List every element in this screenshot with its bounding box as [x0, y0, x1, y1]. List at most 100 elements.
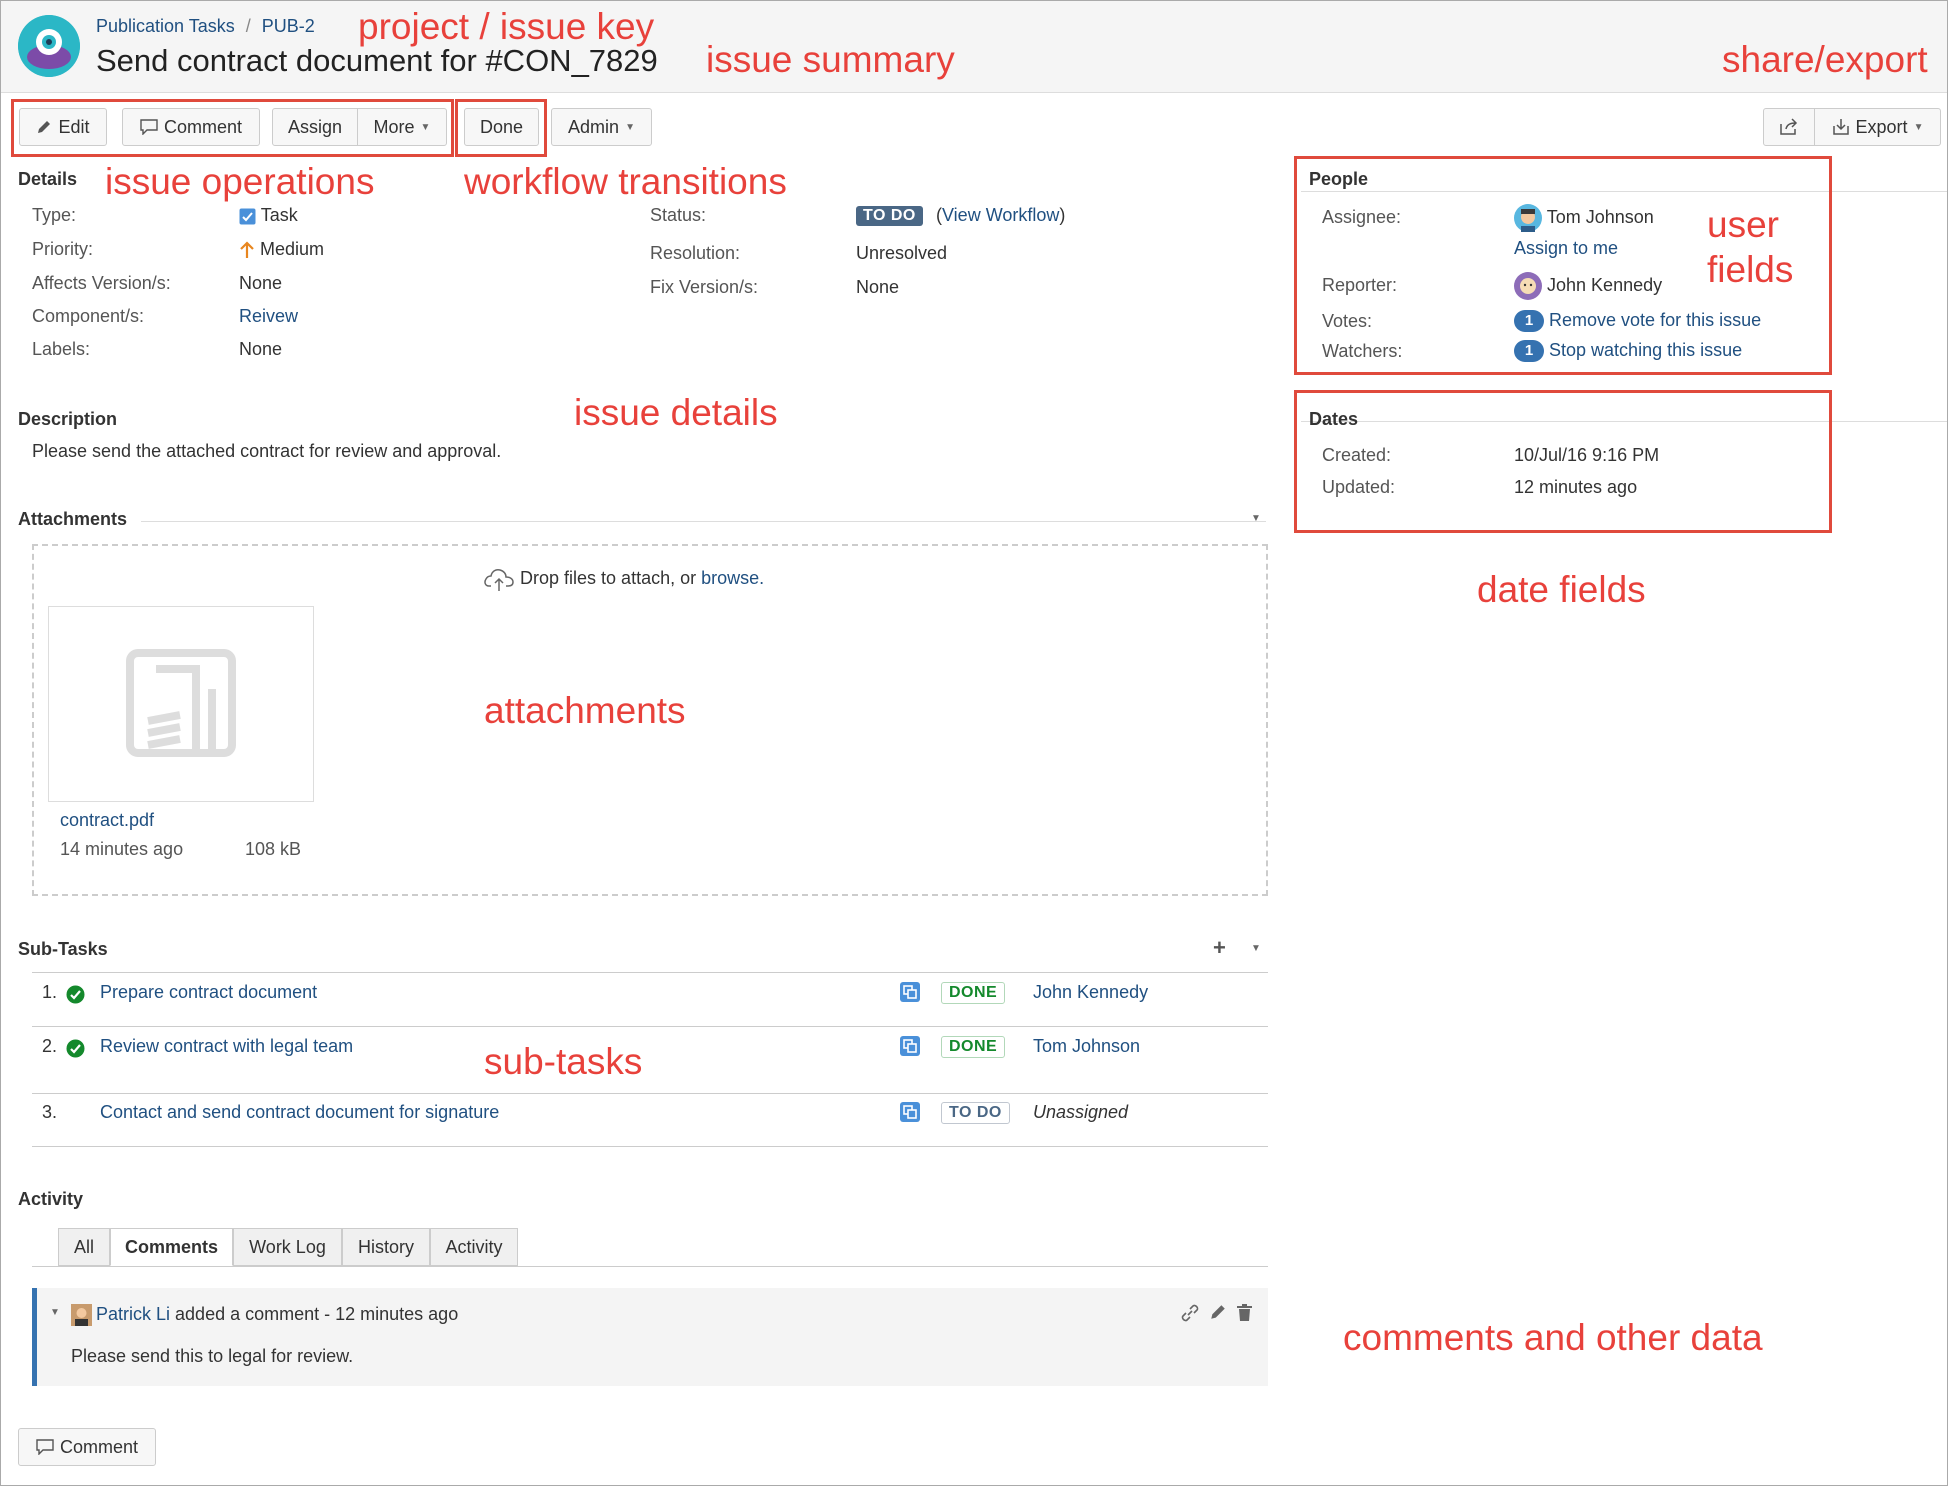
attachments-options-icon[interactable]: ▼ — [1251, 513, 1261, 524]
type-label: Type: — [32, 205, 77, 225]
user-avatar-icon — [71, 1304, 92, 1326]
export-button[interactable]: Export ▼ — [1814, 108, 1941, 146]
view-workflow-link[interactable]: View Workflow — [942, 205, 1059, 225]
tab-all[interactable]: All — [58, 1228, 110, 1266]
arrow-up-icon — [240, 241, 254, 259]
annotation-issue-details: issue details — [574, 392, 778, 433]
breadcrumb-separator: / — [245, 16, 251, 36]
add-comment-button[interactable]: Comment — [18, 1428, 156, 1466]
subtask-status-badge: DONE — [941, 1036, 1006, 1058]
trash-icon[interactable] — [1236, 1303, 1253, 1322]
check-circle-icon — [66, 985, 85, 1004]
subtasks-top-border — [32, 972, 1268, 973]
subtask-assignee-link[interactable]: Tom Johnson — [1033, 1036, 1140, 1057]
download-icon — [1832, 119, 1849, 135]
subtask-title-link[interactable]: Prepare contract document — [100, 982, 317, 1003]
issue-view-page: Publication Tasks / PUB-2 Send contract … — [0, 0, 1948, 1486]
subtask-divider — [32, 1026, 1268, 1027]
description-text[interactable]: Please send the attached contract for re… — [32, 441, 501, 462]
attachment-file-link[interactable]: contract.pdf — [60, 810, 154, 831]
activity-heading: Activity — [18, 1189, 84, 1209]
subtasks-options-icon[interactable]: ▼ — [1251, 943, 1261, 954]
comment-meta: added a comment - 12 minutes ago — [170, 1304, 459, 1324]
browse-link[interactable]: browse. — [701, 568, 764, 588]
permalink-icon[interactable] — [1180, 1303, 1200, 1323]
priority-value[interactable]: Medium — [239, 239, 324, 260]
task-checkbox-icon — [239, 208, 256, 225]
annotation-sub-tasks: sub-tasks — [484, 1041, 643, 1082]
subtask-type-icon — [900, 1036, 920, 1056]
subtask-title-link[interactable]: Review contract with legal team — [100, 1036, 353, 1057]
tab-work-log[interactable]: Work Log — [233, 1228, 342, 1266]
admin-button[interactable]: Admin ▼ — [551, 108, 652, 146]
project-avatar-icon[interactable] — [18, 15, 80, 77]
add-subtask-icon[interactable]: + — [1213, 935, 1226, 961]
annotation-workflow-transitions: workflow transitions — [464, 161, 787, 202]
tab-comments[interactable]: Comments — [110, 1228, 233, 1266]
issue-summary[interactable]: Send contract document for #CON_7829 — [96, 43, 658, 79]
subtask-assignee-link[interactable]: John Kennedy — [1033, 982, 1148, 1003]
subtask-number: 2. — [42, 1036, 58, 1056]
attachment-file-size: 108 kB — [245, 839, 302, 859]
chevron-down-icon: ▼ — [1913, 121, 1924, 133]
tab-activity[interactable]: Activity — [430, 1228, 518, 1266]
breadcrumb-project-link[interactable]: Publication Tasks — [96, 16, 235, 36]
fix-version-label: Fix Version/s: — [650, 277, 759, 297]
annotation-attachments: attachments — [484, 690, 686, 731]
attachments-divider — [141, 521, 1266, 522]
subtasks-heading: Sub-Tasks — [18, 939, 108, 959]
breadcrumb: Publication Tasks / PUB-2 — [96, 16, 315, 37]
subtask-assignee: Unassigned — [1033, 1102, 1129, 1122]
add-comment-button-label: Comment — [59, 1436, 139, 1457]
view-workflow: (View Workflow) — [936, 205, 1065, 226]
details-heading: Details — [18, 169, 78, 189]
annotation-issue-operations: issue operations — [105, 161, 375, 202]
tab-history[interactable]: History — [342, 1228, 430, 1266]
date-fields-highlight — [1294, 390, 1832, 533]
issue-header: Publication Tasks / PUB-2 Send contract … — [1, 1, 1947, 93]
chevron-down-icon: ▼ — [625, 121, 635, 133]
annotation-date-fields: date fields — [1477, 569, 1646, 610]
component-link[interactable]: Reivew — [239, 306, 298, 327]
drop-files-text: Drop files to attach, or browse. — [483, 566, 764, 592]
collapse-comment-icon[interactable]: ▼ — [50, 1307, 60, 1318]
edit-comment-icon[interactable] — [1209, 1303, 1227, 1321]
type-value-text: Task — [260, 205, 298, 225]
subtask-title-link[interactable]: Contact and send contract document for s… — [100, 1102, 499, 1123]
speech-bubble-icon — [36, 1439, 54, 1455]
issue-operations-highlight — [11, 99, 454, 157]
comment-header: Patrick Li added a comment - 12 minutes … — [96, 1304, 458, 1325]
attachment-file-age: 14 minutes ago — [60, 839, 184, 859]
comment-author-link[interactable]: Patrick Li — [96, 1304, 170, 1324]
comment-text: Please send this to legal for review. — [71, 1346, 354, 1366]
subtask-divider — [32, 1146, 1268, 1147]
labels-value: None — [239, 339, 283, 359]
affects-version-value: None — [239, 273, 283, 293]
resolution-value: Unresolved — [856, 243, 948, 263]
comment-block — [32, 1288, 1268, 1386]
fix-version-value: None — [856, 277, 900, 297]
type-value[interactable]: Task — [239, 205, 298, 226]
annotation-project-key: project / issue key — [358, 6, 655, 47]
subtask-type-icon — [900, 1102, 920, 1122]
attachment-thumbnail[interactable] — [48, 606, 314, 802]
activity-tabs-border — [32, 1266, 1268, 1267]
status-badge: TO DO — [856, 206, 923, 226]
export-button-label: Export — [1855, 116, 1908, 137]
document-icon — [126, 649, 236, 757]
affects-version-label: Affects Version/s: — [32, 273, 171, 293]
share-button[interactable] — [1763, 108, 1815, 146]
subtask-divider — [32, 1093, 1268, 1094]
breadcrumb-issue-key-link[interactable]: PUB-2 — [262, 16, 315, 36]
attachments-heading: Attachments — [18, 509, 128, 529]
paren-close: ) — [1059, 205, 1066, 225]
share-icon — [1780, 118, 1798, 135]
annotation-share-export: share/export — [1722, 39, 1928, 80]
admin-button-label: Admin — [568, 116, 620, 137]
drop-files-label: Drop files to attach, or — [520, 567, 702, 588]
priority-label: Priority: — [32, 239, 94, 259]
subtask-type-icon — [900, 982, 920, 1002]
subtask-status-badge: DONE — [941, 982, 1006, 1004]
annotation-user-fields-1: user — [1707, 204, 1779, 245]
status-label: Status: — [650, 205, 707, 225]
